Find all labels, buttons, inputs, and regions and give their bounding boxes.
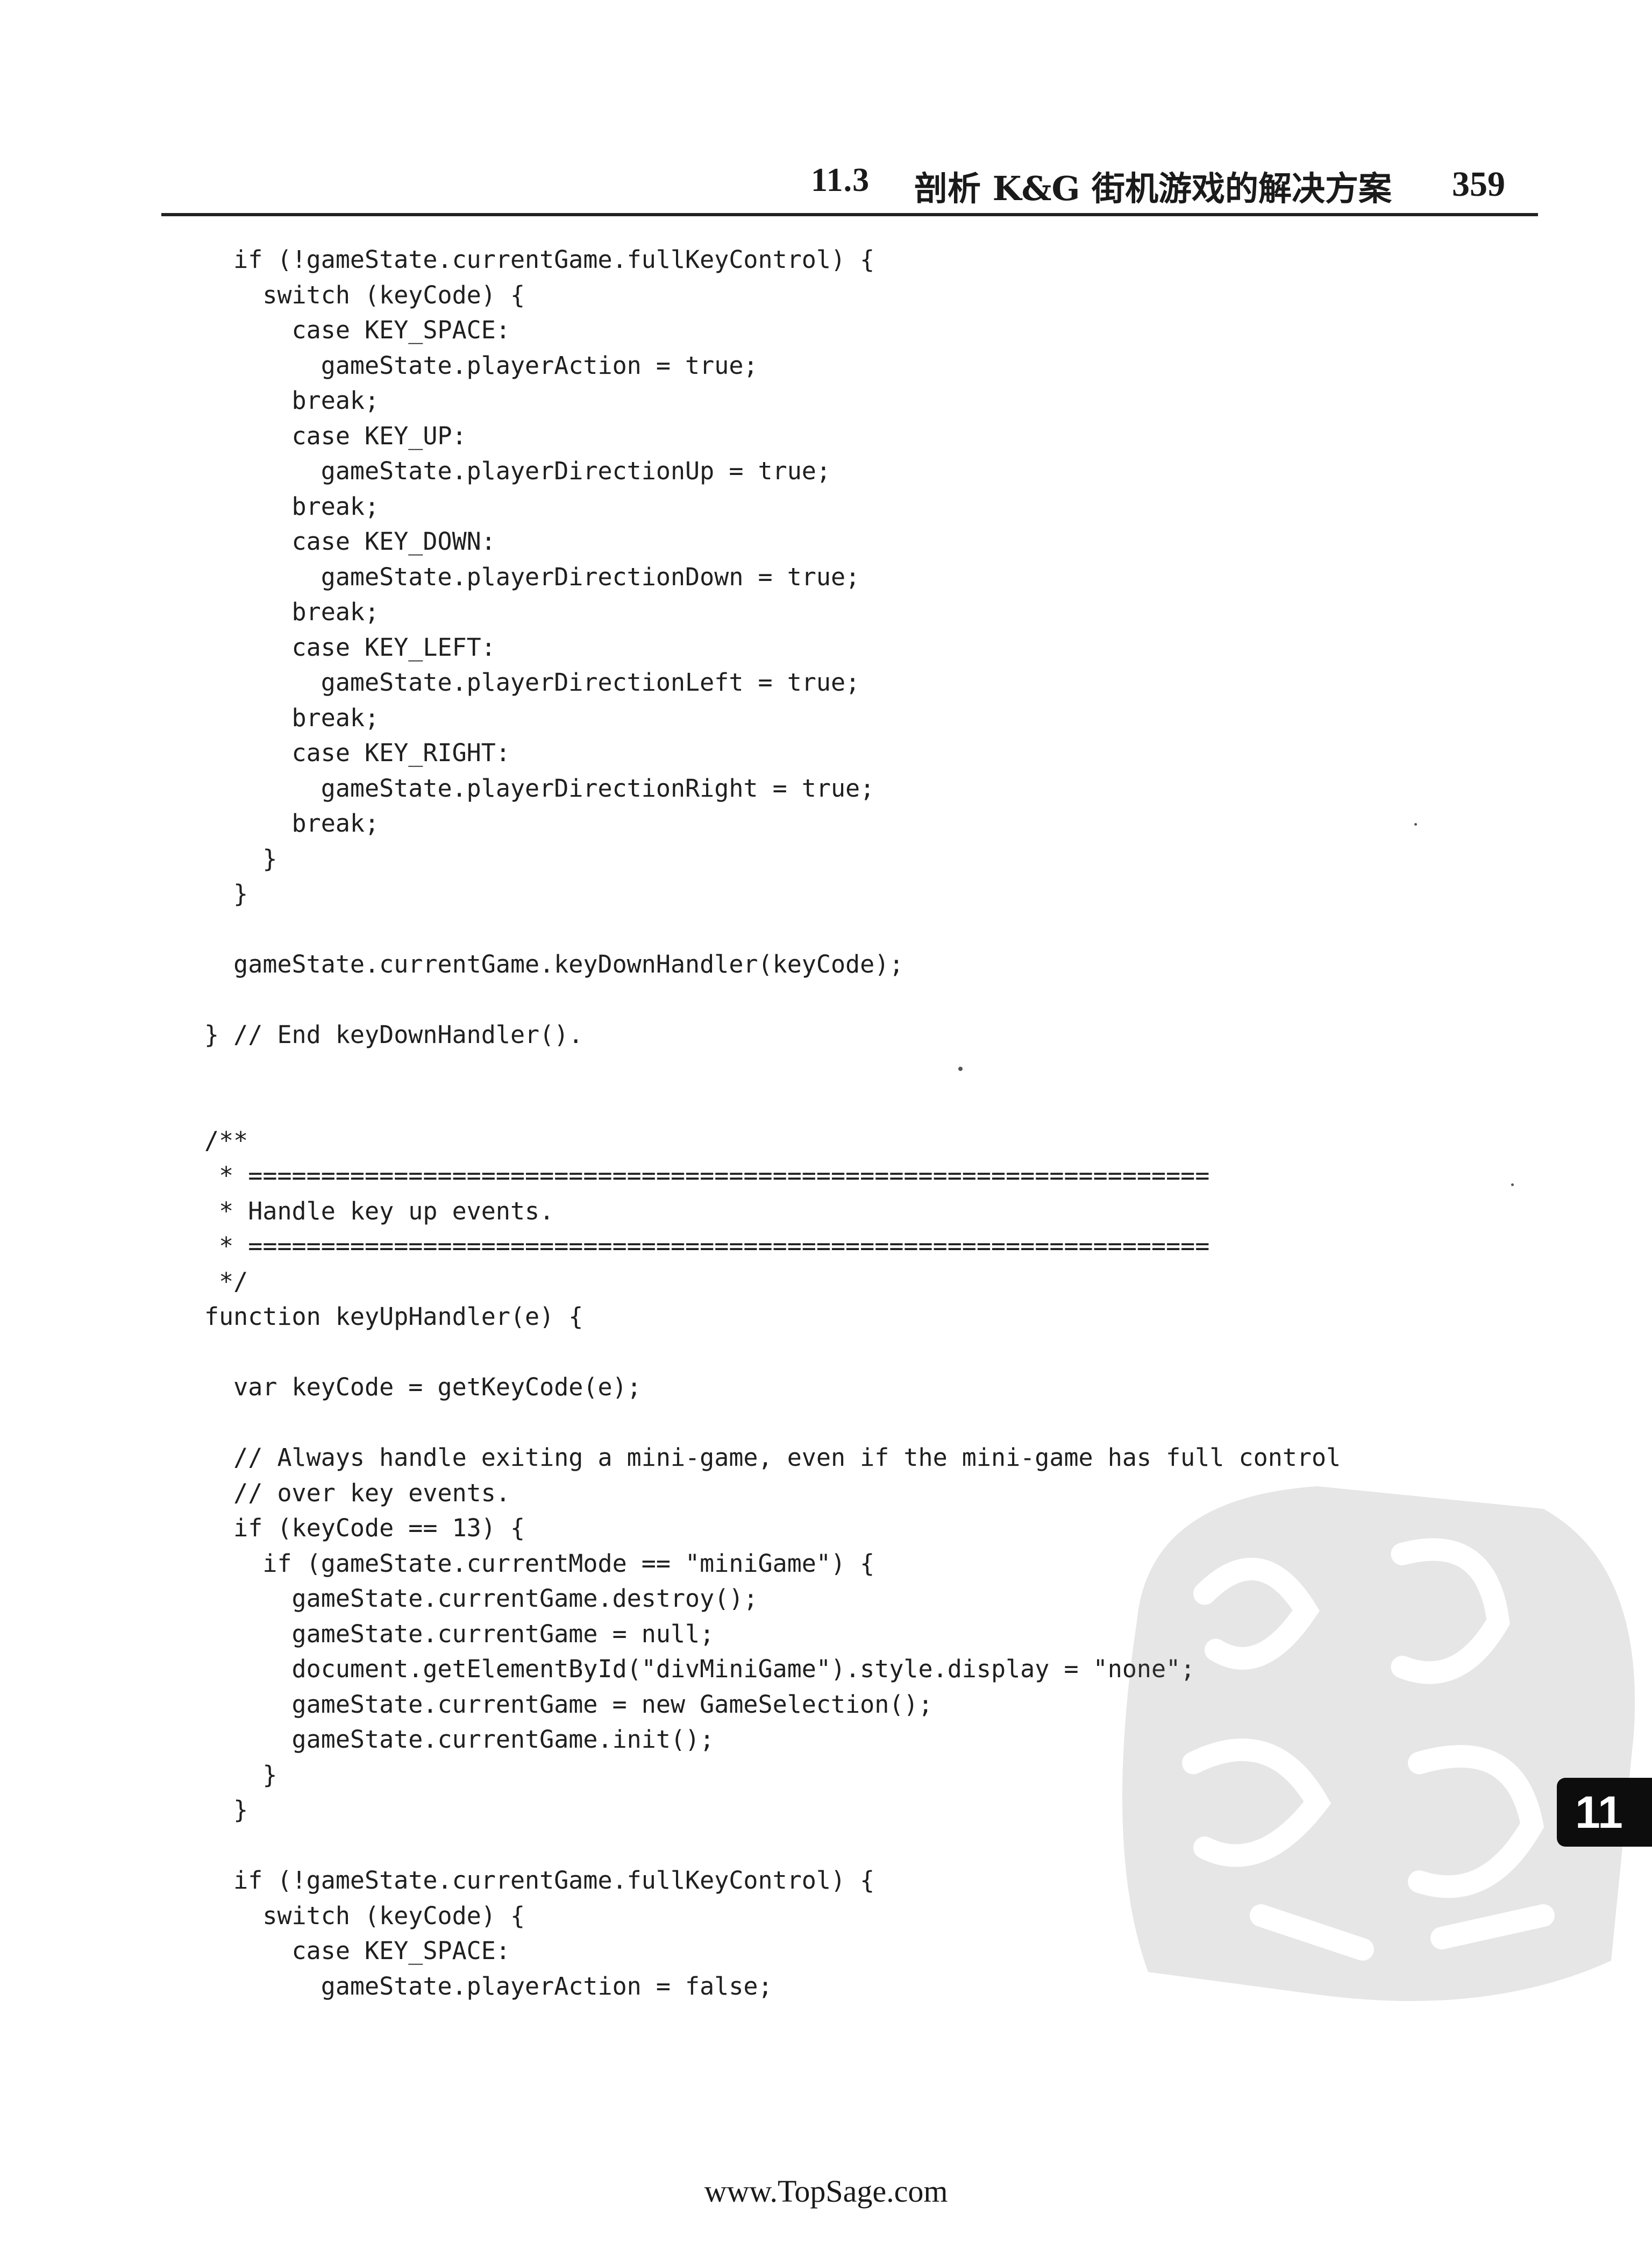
code-line: case KEY_DOWN: [204, 527, 496, 556]
code-line: case KEY_SPACE: [204, 316, 510, 344]
code-line: /** [204, 1126, 248, 1155]
page-number: 359 [1452, 165, 1505, 204]
header-rule [161, 213, 1538, 216]
code-line: function keyUpHandler(e) { [204, 1302, 583, 1331]
code-line: } [204, 879, 248, 908]
code-line: */ [204, 1267, 248, 1296]
code-line: } [204, 844, 277, 873]
code-line: gameState.playerDirectionLeft = true; [204, 668, 860, 697]
code-line: case KEY_UP: [204, 421, 467, 450]
section-number: 11.3 [811, 162, 870, 198]
code-line: var keyCode = getKeyCode(e); [204, 1373, 642, 1401]
footer-url: www.TopSage.com [704, 2174, 948, 2209]
code-line: * ======================================… [204, 1161, 1210, 1190]
code-line: gameState.playerAction = true; [204, 351, 758, 380]
code-line: } // End keyDownHandler(). [204, 1020, 583, 1049]
chapter-thumb-tab: 11 [1557, 1778, 1652, 1847]
code-line: case KEY_LEFT: [204, 633, 496, 662]
seal-watermark-icon [1122, 1486, 1635, 2001]
chapter-number: 11 [1575, 1786, 1623, 1838]
code-line: gameState.playerDirectionRight = true; [204, 774, 875, 803]
code-line: break; [204, 598, 380, 626]
code-line: gameState.currentGame.keyDownHandler(key… [204, 950, 904, 978]
code-line: gameState.playerDirectionUp = true; [204, 457, 831, 485]
code-line: break; [204, 703, 380, 732]
code-line: break; [204, 386, 380, 415]
code-line: * Handle key up events. [204, 1196, 554, 1225]
scan-speck [958, 1067, 963, 1071]
code-line: break; [204, 492, 380, 521]
code-line: gameState.playerDirectionDown = true; [204, 562, 860, 591]
code-line: * ======================================… [204, 1232, 1210, 1260]
code-line: case KEY_RIGHT: [204, 739, 510, 767]
code-line: switch (keyCode) { [204, 280, 525, 309]
scan-speck [1511, 1183, 1514, 1186]
code-line: break; [204, 809, 380, 838]
scan-speck [1414, 823, 1417, 826]
running-header: 11.3 剖析 K&G 街机游戏的解决方案 359 [0, 0, 1652, 226]
code-line: if (!gameState.currentGame.fullKeyContro… [204, 245, 875, 274]
section-title: 剖析 K&G 街机游戏的解决方案 [914, 169, 1392, 208]
